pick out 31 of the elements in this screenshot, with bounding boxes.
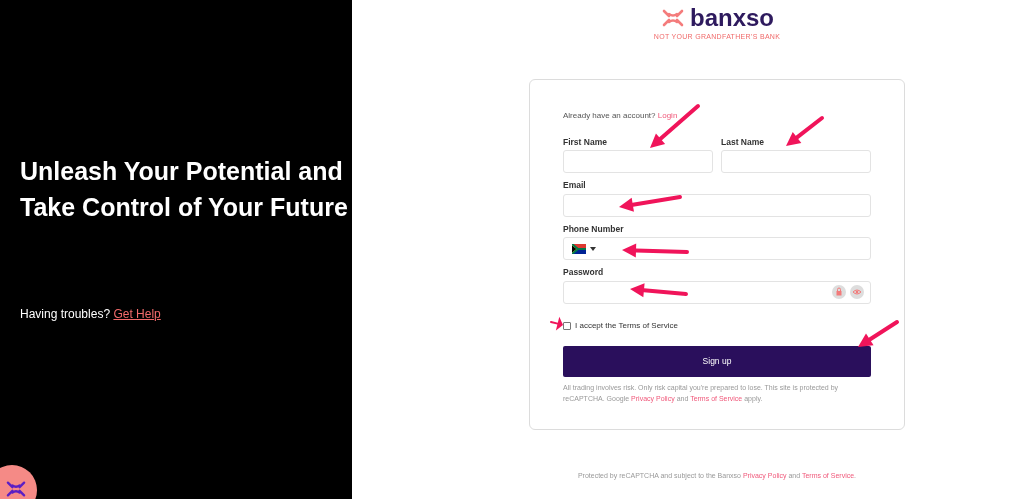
eye-icon[interactable] xyxy=(850,285,864,299)
login-link[interactable]: Login xyxy=(657,110,678,120)
help-text: Having troubles? xyxy=(20,307,111,321)
field-label: First Name xyxy=(563,137,608,146)
terms-label: I accept the Terms of Service xyxy=(575,319,678,332)
input-field[interactable] xyxy=(563,280,871,304)
annotation-arrow xyxy=(858,320,899,347)
field-label: Password xyxy=(563,268,605,277)
annotation-arrow xyxy=(786,116,824,146)
annotation-arrow xyxy=(630,283,688,298)
annotation-arrow xyxy=(622,243,689,258)
input-field[interactable] xyxy=(721,150,871,173)
logo-icon xyxy=(660,8,686,28)
input-field[interactable] xyxy=(563,150,713,173)
get-help-link[interactable]: Get Help xyxy=(113,307,161,321)
field-label: Email xyxy=(563,181,587,190)
sign-up-button[interactable]: Sign up xyxy=(563,345,871,377)
annotation-arrow xyxy=(619,195,682,212)
lock-icon[interactable] xyxy=(832,285,846,299)
annotation-arrow xyxy=(550,316,563,331)
account-prompt: Already have an account? xyxy=(563,110,656,120)
caret-icon[interactable] xyxy=(590,246,596,251)
field-label: Phone Number xyxy=(563,224,625,233)
terms-checkbox[interactable] xyxy=(563,321,571,330)
brand-name: banxso xyxy=(690,6,774,30)
input-field[interactable] xyxy=(563,237,871,260)
input-field[interactable] xyxy=(563,193,871,217)
hero-heading: Unleash Your Potential and Take Control of Your Future xyxy=(20,156,349,223)
flag-icon xyxy=(572,243,586,254)
field-label: Last Name xyxy=(721,137,765,146)
logo-icon xyxy=(5,480,27,498)
